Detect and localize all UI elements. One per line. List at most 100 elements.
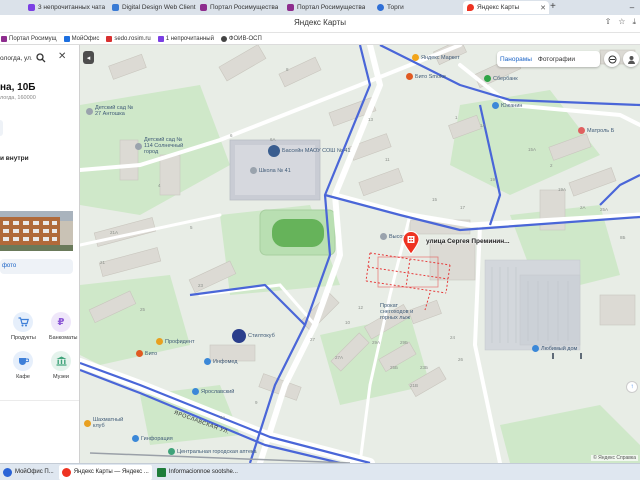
close-icon[interactable]: ✕ — [58, 51, 66, 62]
stadium — [259, 209, 336, 256]
place-photo[interactable] — [0, 211, 73, 251]
photos-link-label: фото — [2, 263, 17, 269]
taskbar-item[interactable]: Informacionnoe sootshe... — [154, 465, 241, 480]
copyright[interactable]: © Яндекс Справка — [591, 455, 638, 461]
map-canvas[interactable]: ◂ Панорамы Фотографии ↑ Детский сад № 27… — [80, 45, 640, 463]
map-pin-icon[interactable] — [402, 231, 420, 255]
house-number: 21А — [110, 230, 119, 235]
search-input[interactable]: ологда, ул. — [0, 55, 32, 62]
category-atms[interactable]: ₽ Банкоматы — [49, 312, 77, 341]
tab-label: Торги — [387, 4, 404, 11]
layers-button[interactable] — [604, 51, 620, 67]
poi-stiltokub[interactable]: Стилтокуб — [232, 329, 275, 343]
browser-tab[interactable]: Торги — [373, 1, 461, 14]
house-number: 10 — [345, 320, 351, 325]
bookmark-label: МойОфис — [71, 35, 100, 42]
category-products[interactable]: Продукты — [11, 312, 36, 341]
bookmark-item[interactable]: ФОИВ-ОСП — [220, 35, 262, 42]
taskbar-item[interactable]: МойОфис П... — [0, 465, 57, 480]
chevron-left-icon: ◂ — [86, 54, 91, 62]
poi-label: Прокат снегоходов и горных лыж — [380, 303, 414, 321]
poi-sberbank[interactable]: Сбербанк — [484, 75, 518, 82]
taskbar-item-active[interactable]: Яндекс Карты — Яндекс ... — [58, 464, 152, 480]
house-number: 25Б — [390, 365, 398, 370]
clinic-icon — [204, 358, 211, 365]
download-icon[interactable]: ⤓ — [632, 17, 636, 27]
poi-bito-smoke[interactable]: Бито Smoke — [406, 73, 446, 80]
shop-icon — [192, 388, 199, 395]
poi-infomed[interactable]: Инфомед — [204, 358, 238, 365]
place-title: на, 10Б — [0, 82, 36, 93]
poi-label: Яндекс Маркет — [421, 54, 460, 61]
collapse-panel-button[interactable]: ◂ — [83, 51, 94, 64]
share-icon[interactable]: ⇧ — [605, 17, 612, 27]
poi-pharmacy[interactable]: Центральная городская аптека — [168, 448, 257, 455]
search-row: ологда, ул. ✕ — [0, 50, 79, 66]
bookmark-item[interactable]: МойОфис — [63, 35, 100, 42]
tab-label: Портал Росимущества — [210, 4, 279, 11]
tab-label: 3 непрочитанных чата — [38, 4, 106, 11]
chat-icon — [157, 35, 164, 42]
shop-icon — [406, 73, 413, 80]
poi-pool[interactable]: Бассейн МАОУ СОШ № 41 — [268, 145, 350, 157]
shop-icon — [492, 102, 499, 109]
shop-icon — [532, 345, 539, 352]
bookmark-star-icon[interactable]: ☆ — [618, 17, 625, 27]
house-number: 21 — [100, 260, 106, 265]
poi-matrol[interactable]: Матроль Б — [578, 127, 614, 134]
poi-yaroslavsky[interactable]: Ярославский — [192, 388, 234, 395]
poi-label: Гинфорация — [141, 435, 173, 442]
poi-yandex-market[interactable]: Яндекс Маркет — [412, 54, 460, 61]
bookmark-item[interactable]: Портал Росимущ — [1, 35, 57, 42]
office-icon — [3, 467, 12, 477]
house-number: 15 — [432, 197, 438, 202]
browser-tab[interactable]: 3 непрочитанных чата — [24, 1, 116, 14]
browser-tab[interactable]: Портал Росимущества — [196, 1, 288, 14]
poi-chess-club[interactable]: Шахматный клуб — [84, 417, 135, 429]
poi-kindergarten-114[interactable]: Детский сад № 114 Солнечный город — [135, 137, 192, 155]
user-button[interactable] — [623, 51, 639, 67]
poi-bito[interactable]: Бито — [136, 350, 157, 357]
kindergarten-icon — [135, 142, 142, 150]
minimize-icon[interactable]: – — [624, 0, 640, 15]
house-number: 21В — [410, 383, 419, 388]
browser-tab[interactable]: Digital Design Web Client — [108, 1, 200, 14]
dentist-icon — [156, 338, 163, 345]
bookmark-item[interactable]: sedo.rosim.ru — [106, 35, 151, 42]
portal-icon — [1, 35, 7, 42]
panoramas-button[interactable]: Панорамы — [497, 56, 535, 63]
poi-profident[interactable]: Профидент — [156, 338, 195, 345]
globe-icon — [377, 4, 384, 11]
poi-ski-rental[interactable]: Прокат снегоходов и горных лыж — [380, 303, 428, 321]
browser-tab[interactable]: Портал Росимущества — [283, 1, 375, 14]
close-icon[interactable]: ✕ — [540, 4, 546, 12]
house-number: 2 — [550, 163, 553, 168]
category-museums[interactable]: Музеи — [49, 351, 73, 380]
taskbar-label: Яндекс Карты — Яндекс ... — [73, 469, 149, 475]
taskbar-label: МойОфис П... — [15, 469, 54, 475]
shop-icon — [132, 435, 139, 442]
emblem-icon — [220, 35, 227, 42]
route-chip[interactable] — [0, 120, 3, 136]
house-number: 1 — [455, 115, 458, 120]
poi-label: Бито — [145, 350, 158, 357]
office-icon — [63, 35, 70, 42]
browser-tab-strip: 3 непрочитанных чата Digital Design Web … — [0, 0, 640, 15]
poi-kindergarten-27[interactable]: Детский сад № 27 Антошка — [86, 105, 139, 117]
compass-icon[interactable]: ↑ — [626, 381, 638, 393]
search-icon[interactable] — [36, 53, 46, 63]
bookmark-item[interactable]: 1 непрочитанный — [157, 35, 214, 42]
spreadsheet-icon — [156, 467, 166, 477]
photos-button[interactable]: Фотографии — [535, 56, 578, 63]
photos-link[interactable]: фото — [0, 259, 73, 274]
poi-ginforatsiya[interactable]: Гинфорация — [132, 435, 173, 442]
category-cafe[interactable]: Кафе — [11, 351, 35, 380]
poi-yuzhanin[interactable]: Южанин — [492, 102, 522, 109]
new-tab-button[interactable]: + — [550, 1, 556, 13]
chat-icon — [28, 4, 35, 11]
browser-tab-active[interactable]: Яндекс Карты ✕ — [463, 1, 549, 14]
house-number: 1А — [480, 123, 486, 128]
poi-school-41[interactable]: Школа № 41 — [250, 167, 291, 174]
category-label: Кафе — [16, 374, 30, 380]
pin-label[interactable]: улица Сергея Преминин... — [426, 238, 510, 245]
